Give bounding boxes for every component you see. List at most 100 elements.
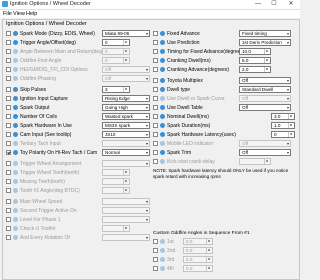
- maximize-button[interactable]: ☐: [266, 0, 282, 9]
- dropdown-arrow-icon[interactable]: [287, 143, 289, 145]
- setting-checkbox[interactable]: [6, 208, 11, 213]
- setting-checkbox[interactable]: [153, 159, 158, 164]
- setting-checkbox[interactable]: [6, 141, 11, 146]
- setting-checkbox[interactable]: [153, 96, 158, 101]
- dropdown-arrow-icon[interactable]: [146, 152, 148, 154]
- value-dropdown-spark-hardware-in-use[interactable]: MS3X spark: [102, 122, 150, 129]
- dropdown-arrow-icon[interactable]: [146, 237, 148, 239]
- spin-down-arrow[interactable]: [264, 60, 270, 63]
- setting-checkbox[interactable]: [6, 58, 11, 63]
- spin-down-arrow[interactable]: [123, 190, 129, 193]
- spin-down-arrow[interactable]: [288, 116, 294, 119]
- dropdown-arrow-icon[interactable]: [287, 89, 289, 91]
- setting-checkbox[interactable]: [153, 78, 158, 83]
- setting-checkbox[interactable]: [6, 150, 11, 155]
- dropdown-arrow-icon[interactable]: [146, 69, 148, 71]
- setting-checkbox[interactable]: [153, 87, 158, 92]
- dropdown-arrow-icon[interactable]: [146, 116, 148, 118]
- spin-down-arrow[interactable]: [288, 134, 294, 137]
- setting-checkbox[interactable]: [153, 31, 158, 36]
- setting-checkbox[interactable]: [6, 188, 11, 193]
- dropdown-arrow-icon[interactable]: [146, 33, 148, 35]
- dropdown-arrow-icon[interactable]: [146, 163, 148, 165]
- value-dropdown-use-dwell-table[interactable]: Off: [239, 104, 291, 111]
- value-dropdown-fixed-advance[interactable]: Fixed timing: [239, 30, 291, 37]
- value-dropdown-ignition-input-capture[interactable]: Rising Edge: [102, 95, 150, 102]
- setting-checkbox[interactable]: [6, 96, 11, 101]
- spin-down-arrow[interactable]: [264, 69, 270, 72]
- dropdown-arrow-icon[interactable]: [287, 80, 289, 82]
- spin-down-arrow[interactable]: [206, 259, 212, 262]
- dropdown-arrow-icon[interactable]: [146, 210, 148, 212]
- dropdown-arrow-icon[interactable]: [287, 107, 289, 109]
- close-button[interactable]: ✕: [283, 0, 299, 9]
- setting-checkbox[interactable]: [153, 141, 158, 146]
- setting-checkbox[interactable]: [153, 266, 158, 271]
- spin-down-arrow[interactable]: [123, 42, 129, 45]
- dropdown-arrow-icon[interactable]: [287, 98, 289, 100]
- dropdown-arrow-icon[interactable]: [287, 33, 289, 35]
- setting-checkbox[interactable]: [153, 105, 158, 110]
- spin-down-arrow[interactable]: [123, 51, 129, 54]
- spin-down-arrow[interactable]: [206, 241, 212, 244]
- value-dropdown-spark-output[interactable]: Going High: [102, 104, 150, 111]
- spin-down-arrow[interactable]: [288, 125, 294, 128]
- value-spinner-spark-duration-ms[interactable]: 1.0: [271, 122, 295, 129]
- setting-checkbox[interactable]: [153, 40, 158, 45]
- setting-checkbox[interactable]: [153, 58, 158, 63]
- value-dropdown-use-prediction[interactable]: 1st Deriv Prediction: [239, 39, 291, 46]
- setting-checkbox[interactable]: [6, 132, 11, 137]
- value-spinner-cranking-dwell-ms[interactable]: 6.0: [239, 57, 271, 64]
- setting-checkbox[interactable]: [153, 257, 158, 262]
- setting-checkbox[interactable]: [6, 40, 11, 45]
- dropdown-arrow-icon[interactable]: [146, 107, 148, 109]
- setting-checkbox[interactable]: [153, 123, 158, 128]
- minimize-button[interactable]: —: [250, 0, 266, 9]
- setting-checkbox[interactable]: [6, 217, 11, 222]
- setting-checkbox[interactable]: [6, 105, 11, 110]
- value-dropdown-number-of-coils[interactable]: Wasted spark: [102, 113, 150, 120]
- spin-down-arrow[interactable]: [264, 51, 270, 54]
- value-dropdown-toy-polarity-on-hi-rev-tach-cam[interactable]: Normal: [102, 149, 150, 156]
- setting-checkbox[interactable]: [153, 150, 158, 155]
- setting-checkbox[interactable]: [153, 67, 158, 72]
- setting-checkbox[interactable]: [6, 67, 11, 72]
- spin-down-arrow[interactable]: [123, 181, 129, 184]
- setting-checkbox[interactable]: [6, 235, 11, 240]
- dropdown-arrow-icon[interactable]: [146, 78, 148, 80]
- value-dropdown-toyota-multiplex[interactable]: Off: [239, 77, 291, 84]
- spin-down-arrow[interactable]: [123, 89, 129, 92]
- spin-down-arrow[interactable]: [123, 228, 129, 231]
- setting-checkbox[interactable]: [6, 76, 11, 81]
- dropdown-arrow-icon[interactable]: [146, 219, 148, 221]
- value-spinner-spark-hardware-latency-usec[interactable]: 0: [271, 131, 295, 138]
- value-dropdown-cam-input-see-tooltip[interactable]: JS10: [102, 131, 150, 138]
- dropdown-arrow-icon[interactable]: [146, 125, 148, 127]
- value-dropdown-spark-trim[interactable]: Off: [239, 149, 291, 156]
- setting-checkbox[interactable]: [6, 179, 11, 184]
- value-spinner-nominal-dwell-ms[interactable]: 3.0: [271, 113, 295, 120]
- dropdown-arrow-icon[interactable]: [146, 134, 148, 136]
- value-dropdown-dwell-type[interactable]: Standard Dwell: [239, 86, 291, 93]
- dropdown-arrow-icon[interactable]: [287, 42, 289, 44]
- setting-checkbox[interactable]: [6, 49, 11, 54]
- setting-checkbox[interactable]: [6, 161, 11, 166]
- dropdown-arrow-icon[interactable]: [146, 98, 148, 100]
- setting-checkbox[interactable]: [153, 239, 158, 244]
- menu-view[interactable]: View: [13, 10, 25, 18]
- value-spinner-skip-pulses[interactable]: 3: [102, 86, 130, 93]
- dropdown-arrow-icon[interactable]: [146, 143, 148, 145]
- value-spinner-timing-for-fixed-advance-degrees[interactable]: 10.0: [239, 48, 271, 55]
- menu-help[interactable]: Help: [26, 10, 37, 18]
- spin-down-arrow[interactable]: [123, 60, 129, 63]
- setting-checkbox[interactable]: [6, 123, 11, 128]
- value-spinner-trigger-angle-offset-deg[interactable]: 0: [102, 39, 130, 46]
- value-dropdown-spark-mode-dizzy-edis-wheel[interactable]: Miata 99-05: [102, 30, 150, 37]
- setting-checkbox[interactable]: [6, 114, 11, 119]
- spin-down-arrow[interactable]: [123, 172, 129, 175]
- dropdown-arrow-icon[interactable]: [287, 152, 289, 154]
- setting-checkbox[interactable]: [153, 132, 158, 137]
- spin-down-arrow[interactable]: [206, 268, 212, 271]
- setting-checkbox[interactable]: [6, 199, 11, 204]
- spin-down-arrow[interactable]: [206, 250, 212, 253]
